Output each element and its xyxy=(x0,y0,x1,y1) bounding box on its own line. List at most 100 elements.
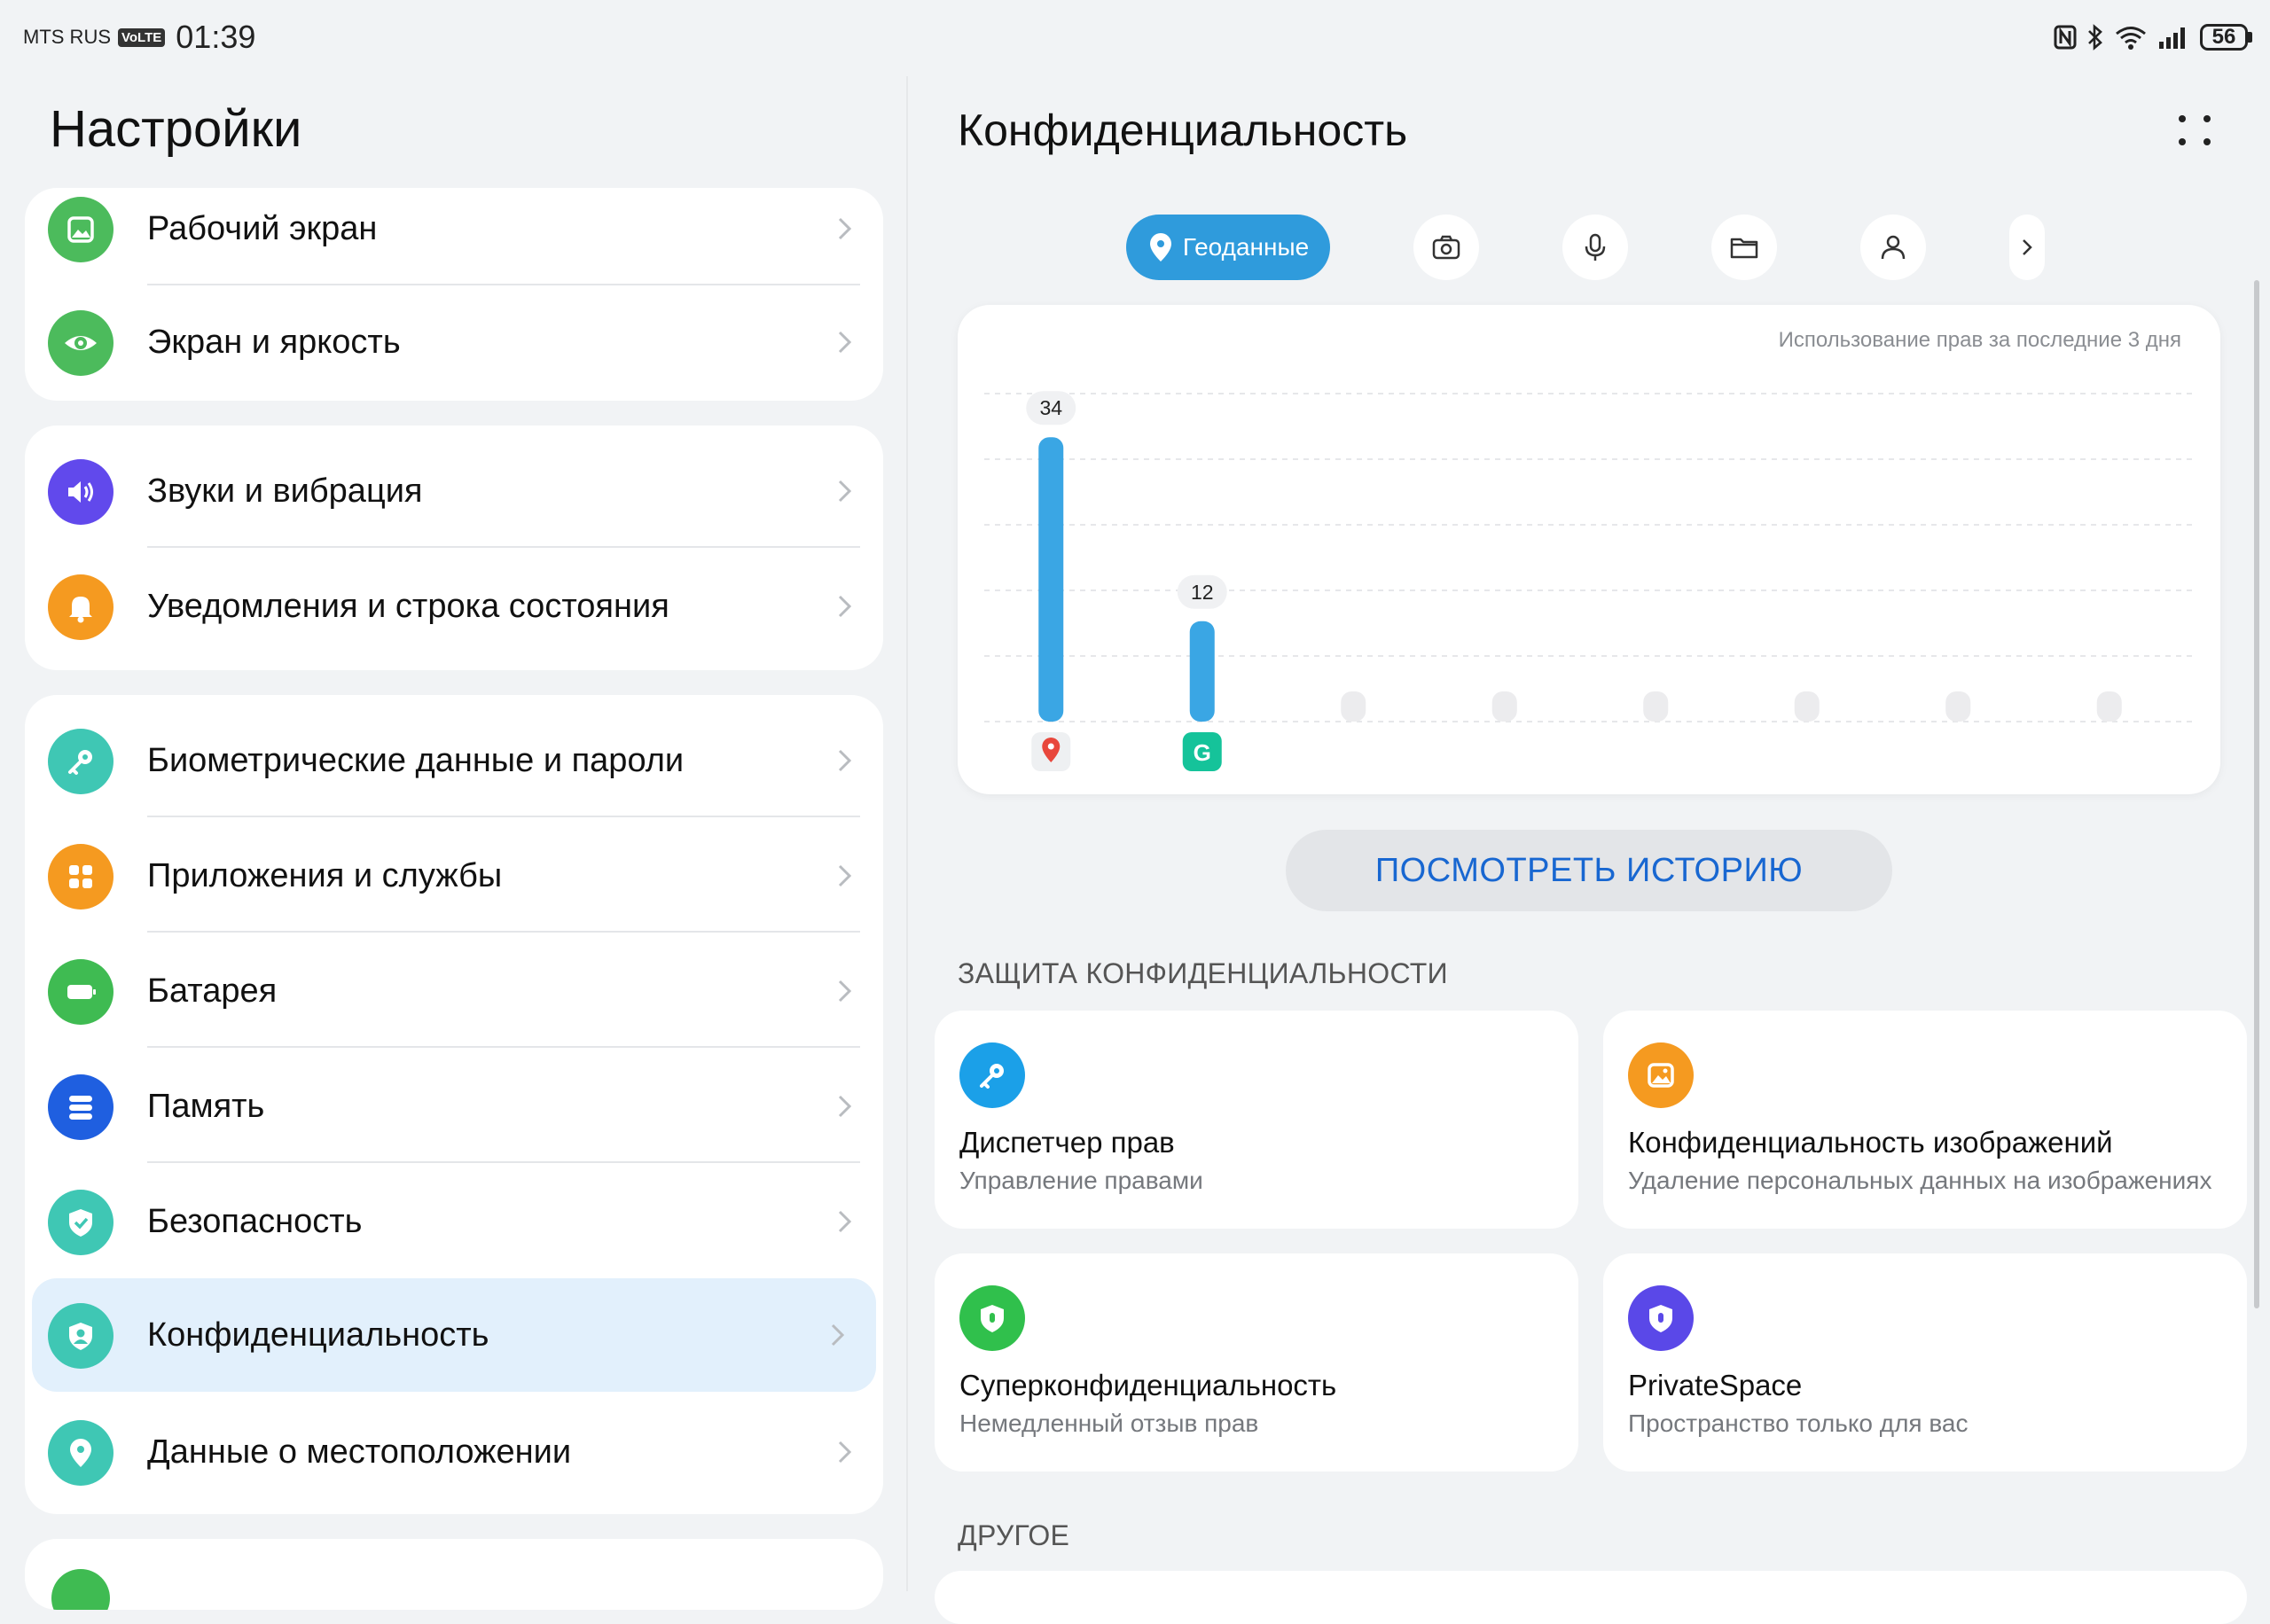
storage-icon xyxy=(48,1074,114,1140)
key-icon xyxy=(959,1042,1025,1108)
contacts-icon xyxy=(1881,235,1906,260)
home-screen-icon xyxy=(48,197,114,262)
tab-label: Геоданные xyxy=(1182,233,1310,261)
shield-icon xyxy=(1628,1285,1694,1351)
settings-group-sound: Звуки и вибрация Уведомления и строка со… xyxy=(25,426,883,670)
settings-title: Настройки xyxy=(50,100,302,158)
pin-dot xyxy=(1047,743,1054,750)
settings-item-location[interactable]: Данные о местоположении xyxy=(25,1395,883,1509)
status-bar-right: 56 xyxy=(2053,20,2252,55)
tab-location[interactable]: Геоданные xyxy=(1126,215,1330,280)
privacy-title: Конфиденциальность xyxy=(958,105,1408,155)
chevron-right-icon xyxy=(838,980,852,1003)
tab-contacts[interactable] xyxy=(1860,215,1926,280)
settings-item-icon xyxy=(51,1569,110,1610)
chart-bar xyxy=(1189,621,1215,722)
chart-bar-empty xyxy=(1491,691,1517,722)
card-super-privacy[interactable]: Суперконфиденциальность Немедленный отзы… xyxy=(935,1253,1578,1472)
chevron-right-icon xyxy=(838,595,852,618)
bluetooth-icon xyxy=(2088,24,2102,51)
card-title: Конфиденциальность изображений xyxy=(1628,1126,2113,1159)
other-card[interactable] xyxy=(935,1571,2247,1624)
card-image-privacy[interactable]: Конфиденциальность изображений Удаление … xyxy=(1603,1011,2247,1229)
permission-usage-chart: Использование прав за последние 3 дня 34… xyxy=(958,305,2220,794)
status-bar-left: MTS RUS VoLTE 01:39 xyxy=(23,19,255,55)
microphone-icon xyxy=(1585,233,1606,261)
card-subtitle: Пространство только для вас xyxy=(1628,1409,1969,1437)
shield-icon xyxy=(959,1285,1025,1351)
bell-icon xyxy=(48,574,114,640)
eye-icon xyxy=(48,310,114,376)
settings-item-label: Данные о местоположении xyxy=(147,1433,572,1471)
settings-item-privacy[interactable]: Конфиденциальность xyxy=(32,1278,876,1392)
other-section-header: ДРУГОЕ xyxy=(958,1519,1070,1551)
wifi-icon xyxy=(2116,27,2146,50)
settings-item-display-brightness[interactable]: Экран и яркость xyxy=(25,285,883,399)
card-privatespace[interactable]: PrivateSpace Пространство только для вас xyxy=(1603,1253,2247,1472)
settings-item-label: Уведомления и строка состояния xyxy=(147,588,669,625)
carrier-name: MTS RUS xyxy=(23,26,111,48)
card-title: Диспетчер прав xyxy=(959,1126,1175,1159)
apps-icon xyxy=(48,844,114,910)
tab-next[interactable] xyxy=(2009,215,2045,280)
privacy-icon xyxy=(48,1303,114,1369)
chart-plot: 34 12 G xyxy=(984,391,2194,771)
chevron-right-icon xyxy=(838,480,852,503)
protection-section-header: ЗАЩИТА КОНФИДЕНЦИАЛЬНОСТИ xyxy=(958,957,1448,989)
chevron-right-icon xyxy=(2023,239,2032,255)
app-icon-glyph: G xyxy=(1194,739,1211,766)
settings-group-display: Рабочий экран Экран и яркость xyxy=(25,188,883,401)
card-title: Суперконфиденциальность xyxy=(959,1369,1337,1401)
battery-icon: 56 xyxy=(2200,24,2252,51)
settings-item-apps[interactable]: Приложения и службы xyxy=(25,819,883,933)
settings-item-notifications[interactable]: Уведомления и строка состояния xyxy=(25,550,883,663)
settings-item-label: Биометрические данные и пароли xyxy=(147,742,685,779)
volte-badge: VoLTE xyxy=(118,27,166,47)
location-pin-icon xyxy=(48,1420,114,1486)
settings-item-label: Батарея xyxy=(147,972,278,1010)
chevron-right-icon xyxy=(838,1095,852,1118)
scrollbar[interactable] xyxy=(2254,280,2259,1308)
settings-item-home-screen[interactable]: Рабочий экран xyxy=(25,188,883,285)
tab-microphone[interactable] xyxy=(1562,215,1628,280)
card-permission-manager[interactable]: Диспетчер прав Управление правами xyxy=(935,1011,1578,1229)
pane-divider xyxy=(906,76,908,1591)
signal-icon xyxy=(2159,27,2185,49)
folder-icon xyxy=(1730,238,1758,259)
chart-bar xyxy=(1038,437,1064,722)
chart-bar-empty xyxy=(1794,691,1820,722)
settings-item-biometrics[interactable]: Биометрические данные и пароли xyxy=(25,704,883,817)
card-title: PrivateSpace xyxy=(1628,1369,1803,1401)
settings-item-label: Память xyxy=(147,1088,265,1125)
settings-item-sounds[interactable]: Звуки и вибрация xyxy=(25,434,883,548)
chevron-right-icon xyxy=(831,1323,845,1347)
settings-item-battery[interactable]: Батарея xyxy=(25,934,883,1048)
chart-data-label: 34 xyxy=(1039,396,1062,419)
settings-item-security[interactable]: Безопасность xyxy=(25,1165,883,1278)
card-subtitle: Немедленный отзыв прав xyxy=(959,1409,1259,1437)
chart-bar-empty xyxy=(1945,691,1971,722)
camera-icon xyxy=(1432,235,1460,260)
chevron-right-icon xyxy=(838,864,852,887)
shield-check-icon xyxy=(48,1190,114,1255)
chevron-right-icon xyxy=(838,331,852,354)
settings-group-next xyxy=(25,1539,883,1610)
settings-item-storage[interactable]: Память xyxy=(25,1050,883,1163)
view-history-button[interactable]: ПОСМОТРЕТЬ ИСТОРИЮ xyxy=(1286,830,1892,911)
chart-bar-empty xyxy=(1643,691,1669,722)
more-options-icon[interactable] xyxy=(2172,108,2217,152)
chart-bar-empty xyxy=(1341,691,1366,722)
card-subtitle: Управление правами xyxy=(959,1167,1203,1194)
settings-group-system: Биометрические данные и пароли Приложени… xyxy=(25,695,883,1514)
settings-item-label: Рабочий экран xyxy=(147,210,378,247)
nfc-icon xyxy=(2054,25,2077,50)
tab-camera[interactable] xyxy=(1413,215,1479,280)
chevron-right-icon xyxy=(838,1210,852,1233)
card-subtitle: Удаление персональных данных на изображе… xyxy=(1628,1167,2212,1194)
tab-files[interactable] xyxy=(1711,215,1777,280)
settings-item-label: Звуки и вибрация xyxy=(147,472,423,510)
chevron-right-icon xyxy=(838,1441,852,1464)
battery-icon xyxy=(48,959,114,1025)
settings-item-label: Приложения и службы xyxy=(147,857,503,894)
chart-data-label: 12 xyxy=(1191,581,1214,604)
